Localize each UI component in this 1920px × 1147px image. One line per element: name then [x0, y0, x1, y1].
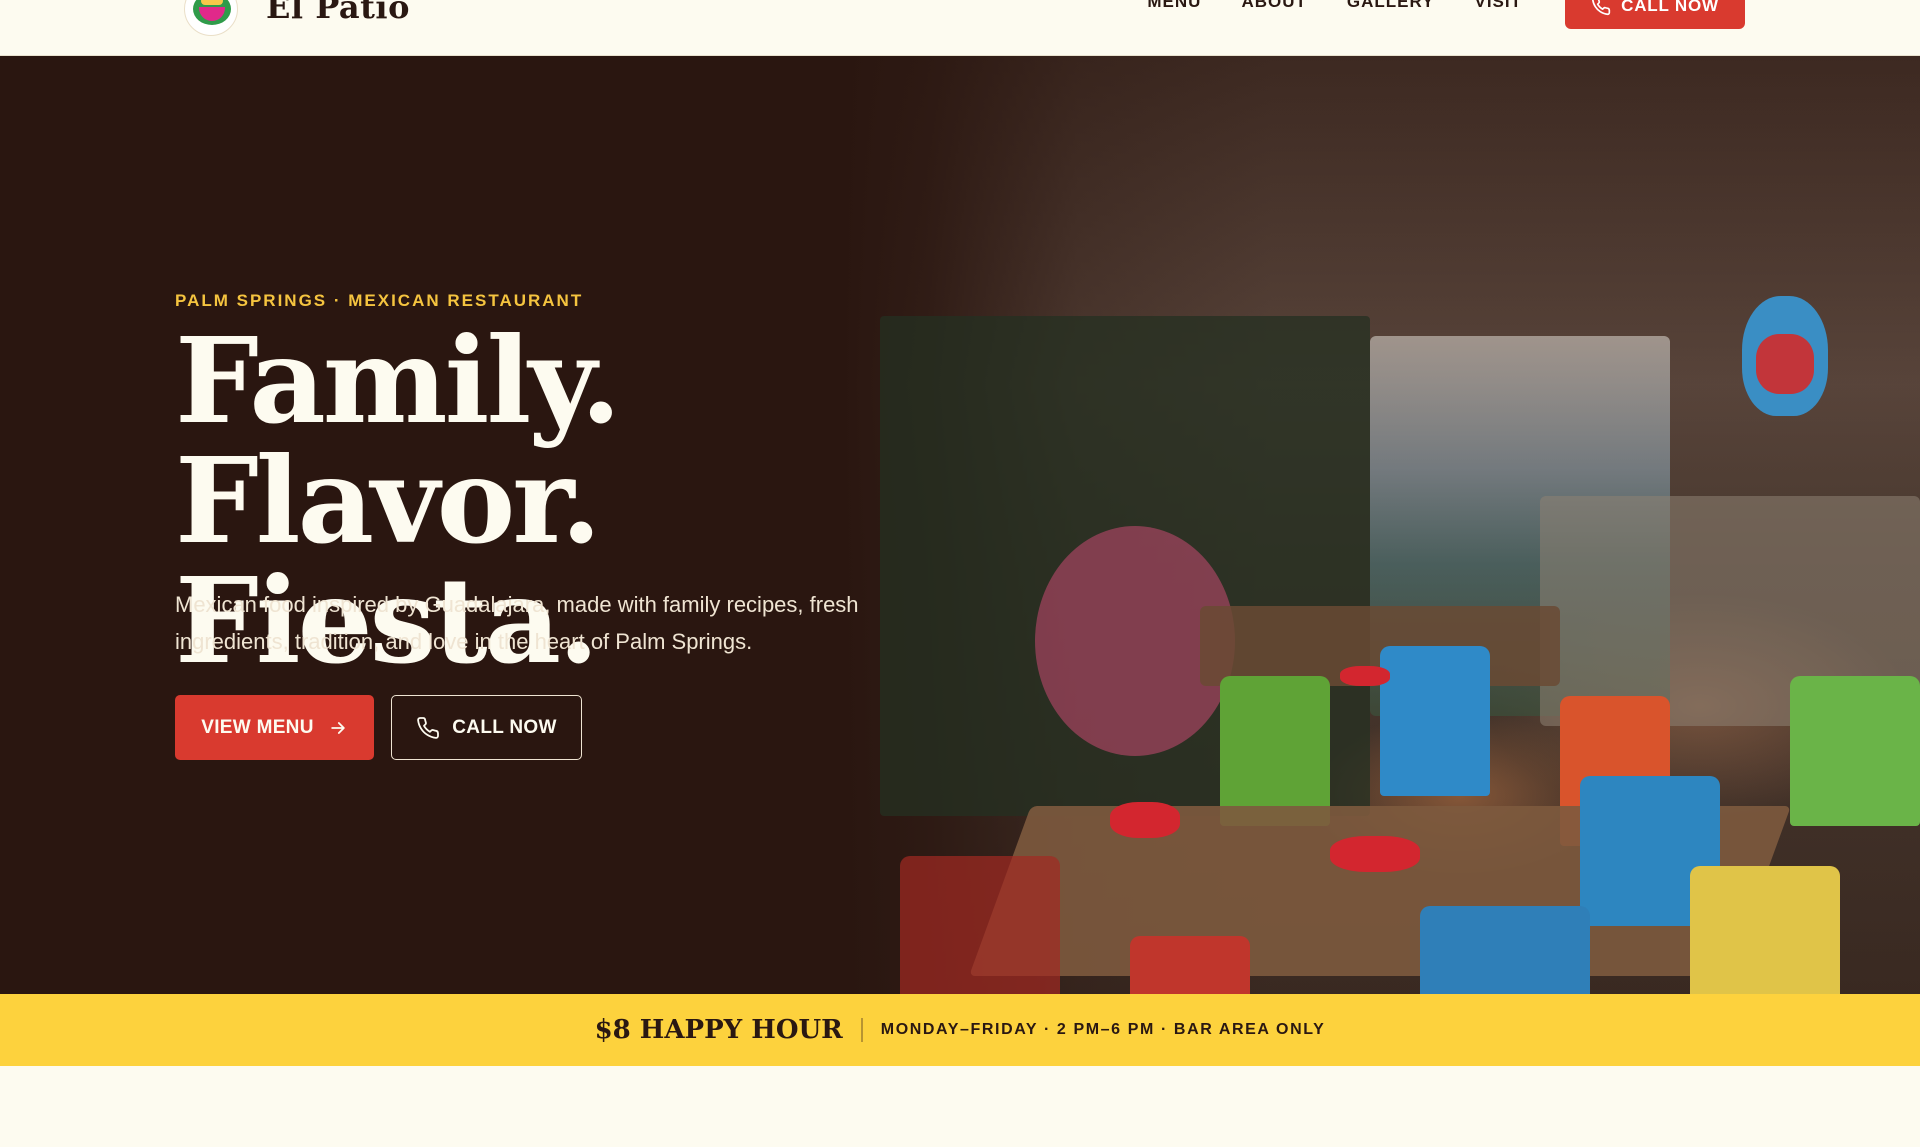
site-header: El Patio MENU ABOUT GALLERY VISIT CALL N… [0, 0, 1920, 56]
hero-content: PALM SPRINGS · MEXICAN RESTAURANT Family… [175, 56, 1075, 994]
nav-item-about[interactable]: ABOUT [1241, 0, 1306, 12]
hero-subcopy: Mexican food inspired by Guadalajara, ma… [175, 592, 859, 654]
header-call-now-button[interactable]: CALL NOW [1565, 0, 1745, 29]
phone-icon [417, 716, 440, 739]
banner-divider [860, 1018, 863, 1042]
nav-item-menu[interactable]: MENU [1147, 0, 1201, 12]
happy-hour-title: $8 HAPPY HOUR [594, 1015, 843, 1045]
arrow-right-icon [330, 721, 345, 734]
phone-icon [1592, 0, 1611, 15]
hero-eyebrow: PALM SPRINGS · MEXICAN RESTAURANT [175, 291, 584, 310]
view-menu-label: VIEW MENU [201, 716, 314, 738]
call-now-label: CALL NOW [452, 716, 557, 738]
nav-item-gallery[interactable]: GALLERY [1347, 0, 1435, 12]
happy-hour-detail: MONDAY–FRIDAY · 2 PM–6 PM · BAR AREA ONL… [880, 1021, 1326, 1038]
view-menu-button[interactable]: VIEW MENU [175, 695, 374, 760]
happy-hour-banner: $8 HAPPY HOUR MONDAY–FRIDAY · 2 PM–6 PM … [0, 994, 1920, 1066]
headline-line-1: Family. Flavor. [175, 311, 621, 570]
brand-name[interactable]: El Patio [266, 0, 410, 26]
hero-section: PALM SPRINGS · MEXICAN RESTAURANT Family… [0, 56, 1920, 994]
header-cta-label: CALL NOW [1621, 0, 1719, 15]
main-nav: MENU ABOUT GALLERY VISIT [1147, 0, 1522, 12]
nav-item-visit[interactable]: VISIT [1474, 0, 1522, 12]
logo-icon[interactable] [184, 0, 238, 36]
next-section [0, 1066, 1920, 1147]
call-now-button[interactable]: CALL NOW [391, 695, 582, 760]
